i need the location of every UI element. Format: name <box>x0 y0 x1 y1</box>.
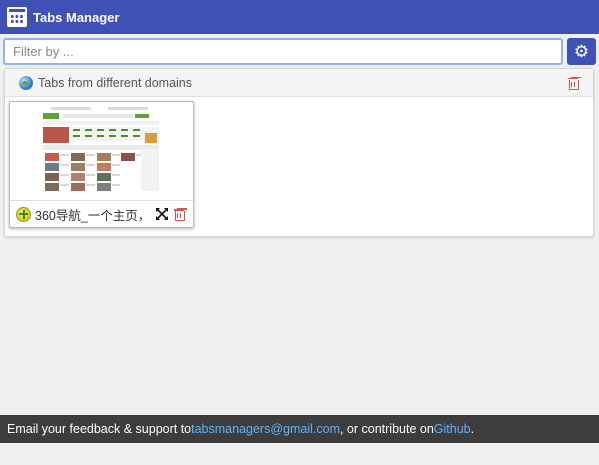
app-title: Tabs Manager <box>33 9 120 25</box>
app-header: Tabs Manager <box>0 0 599 34</box>
group-trash-icon[interactable] <box>568 77 579 90</box>
tab-group-header: Tabs from different domains <box>5 69 593 97</box>
tab-group-title: Tabs from different domains <box>38 75 193 90</box>
footer-text-middle: , or contribute on <box>339 422 434 436</box>
footer-text-after: . <box>470 422 475 436</box>
bottom-strip <box>0 443 599 465</box>
tab-footer: 360导航_一个主页，整个世界 <box>10 200 193 227</box>
tab-thumbnail <box>13 105 190 197</box>
tab-trash-icon[interactable] <box>174 208 185 221</box>
tab-title[interactable]: 360导航_一个主页，整个世界 <box>35 205 151 224</box>
globe-icon <box>19 75 33 90</box>
settings-button[interactable]: ⚙ <box>567 38 596 65</box>
gear-icon: ⚙ <box>573 42 590 61</box>
filter-row: ⚙ <box>3 38 596 65</box>
grid-app-icon <box>7 7 27 27</box>
github-link[interactable]: Github <box>434 422 471 436</box>
filter-input[interactable] <box>3 38 563 65</box>
fullscreen-icon[interactable] <box>156 208 168 220</box>
tab-group-panel: Tabs from different domains 360导航_一个主页， <box>4 68 594 237</box>
footer-text-before: Email your feedback & support to <box>7 422 192 436</box>
tab-card[interactable]: 360导航_一个主页，整个世界 <box>9 101 194 228</box>
360-favicon-icon <box>16 206 31 222</box>
feedback-footer: Email your feedback & support to tabsman… <box>0 415 599 443</box>
email-link[interactable]: tabsmanagers@gmail.com <box>191 422 340 436</box>
